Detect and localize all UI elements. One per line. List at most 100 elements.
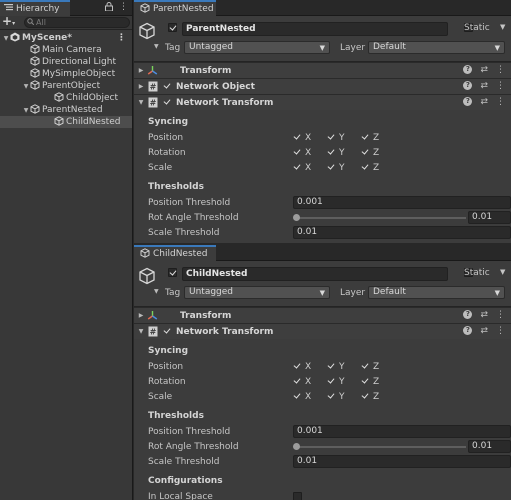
expand-arrow-icon[interactable]: ▼ [2,35,10,42]
tag-dropdown[interactable]: Untagged ▼ [184,286,330,299]
rot-threshold-slider-handle[interactable] [293,443,300,450]
help-icon[interactable]: ? [463,97,473,106]
expand-arrow-icon[interactable]: ▶ [136,67,146,74]
sync-z-checkbox[interactable] [361,148,370,157]
sync-z-checkbox[interactable] [361,133,370,142]
expand-arrow-icon[interactable]: ▼ [22,83,30,90]
help-icon[interactable]: ? [463,81,473,90]
tab-hierarchy[interactable]: Hierarchy [0,0,70,16]
component-network-object[interactable]: ▶ # Network Object ? ⇄ ⋮ [134,78,511,94]
presets-icon[interactable]: ⇄ [480,97,488,107]
sync-x-checkbox[interactable] [293,133,302,142]
active-checkbox[interactable] [168,23,177,32]
hierarchy-search-input[interactable]: All [24,17,130,28]
sync-y-checkbox[interactable] [327,362,336,371]
component-enabled-checkbox[interactable] [163,82,172,91]
sync-y-checkbox[interactable] [327,377,336,386]
sync-z-checkbox[interactable] [361,392,370,401]
position-threshold-input[interactable]: 0.001 [293,196,511,209]
tag-dropdown[interactable]: Untagged ▼ [184,41,330,54]
help-icon[interactable]: ? [463,65,473,74]
axis-label: X [305,361,312,372]
static-dropdown-icon[interactable]: ▼ [500,268,505,276]
tab-parentnested[interactable]: ParentNested [134,0,216,16]
sync-y-checkbox[interactable] [327,133,336,142]
collapse-arrow-icon[interactable]: ▼ [136,328,146,335]
layer-dropdown[interactable]: Default ▼ [368,41,505,54]
rot-threshold-slider-handle[interactable] [293,214,300,221]
component-transform[interactable]: ▶ Transform ? ⇄ ⋮ [134,62,511,78]
tree-item-childobject[interactable]: ChildObject [0,91,132,105]
gameobject-icon [54,91,64,105]
component-menu-icon[interactable]: ⋮ [496,81,505,91]
component-title: Network Object [176,81,255,92]
tree-item-parentnested[interactable]: ▼ ParentNested [0,103,132,116]
tree-item-parentobject[interactable]: ▼ ParentObject [0,79,132,92]
static-dropdown-icon[interactable]: ▼ [500,23,505,31]
icon-dropdown-caret-icon[interactable]: ▼ [154,288,159,295]
component-menu-icon[interactable]: ⋮ [496,97,505,107]
tree-item-mysimpleobject[interactable]: MySimpleObject [0,67,132,80]
sync-x-checkbox[interactable] [293,377,302,386]
sync-y-checkbox[interactable] [327,392,336,401]
component-menu-icon[interactable]: ⋮ [496,310,505,320]
tab-childnested[interactable]: ChildNested [134,245,216,261]
component-network-transform[interactable]: ▼ # Network Transform ? ⇄ ⋮ [134,323,511,339]
sync-x-checkbox[interactable] [293,392,302,401]
sync-z-checkbox[interactable] [361,377,370,386]
sync-z-checkbox[interactable] [361,163,370,172]
rot-threshold-input[interactable]: 0.01 [468,211,511,224]
presets-icon[interactable]: ⇄ [480,310,488,320]
rot-threshold-slider-track[interactable] [296,446,466,448]
object-name-field[interactable]: ChildNested [182,267,448,281]
sync-x-checkbox[interactable] [293,163,302,172]
rot-threshold-input[interactable]: 0.01 [468,440,511,453]
presets-icon[interactable]: ⇄ [480,65,488,75]
gameobject-large-icon[interactable] [138,267,156,288]
rot-threshold-slider-track[interactable] [296,217,466,219]
scene-menu-icon[interactable]: ⋮ [117,33,126,43]
position-threshold-input[interactable]: 0.001 [293,425,511,438]
expand-arrow-icon[interactable]: ▶ [136,83,146,90]
help-icon[interactable]: ? [463,326,473,335]
add-object-button[interactable]: +▾ [2,15,20,30]
component-network-transform[interactable]: ▼ # Network Transform ? ⇄ ⋮ [134,94,511,110]
presets-icon[interactable]: ⇄ [480,326,488,336]
tree-item-childnested[interactable]: ChildNested [0,115,132,128]
sync-z-checkbox[interactable] [361,362,370,371]
layer-value: Default [373,42,406,52]
in-local-space-checkbox[interactable] [293,492,302,500]
component-enabled-checkbox[interactable] [163,98,172,107]
configurations-heading: Configurations [148,476,223,486]
scene-row[interactable]: ▼ MyScene* ⋮ [0,32,132,44]
active-checkbox[interactable] [168,268,177,277]
sync-y-checkbox[interactable] [327,163,336,172]
collapse-arrow-icon[interactable]: ▼ [136,99,146,106]
component-transform[interactable]: ▶ Transform ? ⇄ ⋮ [134,307,511,323]
expand-arrow-icon[interactable]: ▼ [22,107,30,114]
sync-x-checkbox[interactable] [293,148,302,157]
scale-threshold-input[interactable]: 0.01 [293,226,511,239]
sync-y-checkbox[interactable] [327,148,336,157]
axis-label: Z [373,162,380,173]
transform-icon [146,310,159,321]
component-menu-icon[interactable]: ⋮ [496,326,505,336]
scale-threshold-input[interactable]: 0.01 [293,455,511,468]
axis-label: Z [373,132,380,143]
script-icon: # [146,326,159,337]
component-menu-icon[interactable]: ⋮ [496,65,505,75]
expand-arrow-icon[interactable]: ▶ [136,312,146,319]
help-icon[interactable]: ? [463,310,473,319]
tree-item-main-camera[interactable]: Main Camera [0,43,132,56]
object-name-field[interactable]: ParentNested [182,22,448,36]
gameobject-large-icon[interactable] [138,22,156,43]
lock-icon[interactable] [105,2,113,14]
presets-icon[interactable]: ⇄ [480,81,488,91]
tree-item-directional-light[interactable]: Directional Light [0,55,132,68]
rot-threshold-row: Rot Angle Threshold 0.01 [148,439,511,454]
sync-x-checkbox[interactable] [293,362,302,371]
component-enabled-checkbox[interactable] [163,327,172,336]
panel-menu-icon[interactable]: ⋮ [119,2,128,14]
layer-dropdown[interactable]: Default ▼ [368,286,505,299]
icon-dropdown-caret-icon[interactable]: ▼ [154,43,159,50]
